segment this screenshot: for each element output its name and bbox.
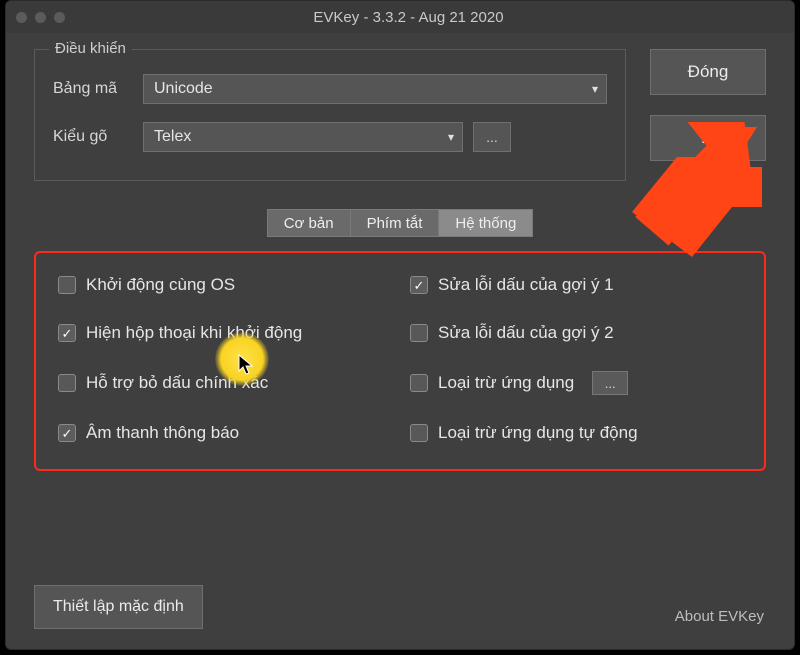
title-bar: EVKey - 3.3.2 - Aug 21 2020 xyxy=(6,1,794,33)
app-window: EVKey - 3.3.2 - Aug 21 2020 Đóng Th Điều… xyxy=(5,0,795,650)
chevron-down-icon: ▾ xyxy=(448,130,454,144)
checkbox-icon xyxy=(58,324,76,342)
option-label: Loại trừ ứng dụng xyxy=(438,373,574,393)
option-exclude-apps[interactable]: Loại trừ ứng dụng ... xyxy=(410,371,742,395)
minimize-button[interactable]: Th xyxy=(650,115,766,161)
option-label: Âm thanh thông báo xyxy=(86,423,239,443)
option-label: Loại trừ ứng dụng tự động xyxy=(438,423,638,443)
content-area: Đóng Th Điều khiển Bảng mã Unicode ▾ Kiể… xyxy=(34,49,766,629)
tab-shortcut[interactable]: Phím tắt xyxy=(350,209,439,237)
option-label: Hiện hộp thoại khi khởi động xyxy=(86,323,302,343)
close-button[interactable]: Đóng xyxy=(650,49,766,95)
about-link[interactable]: About EVKey xyxy=(673,604,766,629)
checkbox-icon xyxy=(410,424,428,442)
typing-more-button[interactable]: ... xyxy=(473,122,511,152)
exclude-apps-more-button[interactable]: ... xyxy=(592,371,628,395)
encoding-select[interactable]: Unicode ▾ xyxy=(143,74,607,104)
checkbox-icon xyxy=(58,424,76,442)
encoding-label: Bảng mã xyxy=(53,80,143,98)
traffic-close-icon[interactable] xyxy=(16,12,27,23)
option-exact-tone-removal[interactable]: Hỗ trợ bỏ dấu chính xác xyxy=(58,371,390,395)
chevron-down-icon: ▾ xyxy=(592,82,598,96)
options-panel: Khởi động cùng OS Sửa lỗi dấu của gợi ý … xyxy=(34,251,766,471)
option-fix-hint-2[interactable]: Sửa lỗi dấu của gợi ý 2 xyxy=(410,323,742,343)
tab-bar: Cơ bản Phím tắt Hệ thống xyxy=(34,209,766,237)
option-fix-hint-1[interactable]: Sửa lỗi dấu của gợi ý 1 xyxy=(410,275,742,295)
option-label: Khởi động cùng OS xyxy=(86,275,235,295)
control-groupbox: Điều khiển Bảng mã Unicode ▾ Kiểu gõ Tel… xyxy=(34,49,626,181)
option-show-dialog-start[interactable]: Hiện hộp thoại khi khởi động xyxy=(58,323,390,343)
checkbox-icon xyxy=(410,374,428,392)
tab-system[interactable]: Hệ thống xyxy=(438,209,533,237)
window-title: EVKey - 3.3.2 - Aug 21 2020 xyxy=(33,9,784,26)
tab-basic[interactable]: Cơ bản xyxy=(267,209,350,237)
option-sound-notify[interactable]: Âm thanh thông báo xyxy=(58,423,390,443)
typing-select[interactable]: Telex ▾ xyxy=(143,122,463,152)
option-auto-exclude-apps[interactable]: Loại trừ ứng dụng tự động xyxy=(410,423,742,443)
option-label: Sửa lỗi dấu của gợi ý 2 xyxy=(438,323,614,343)
checkbox-icon xyxy=(58,276,76,294)
defaults-button[interactable]: Thiết lập mặc định xyxy=(34,585,203,629)
option-label: Sửa lỗi dấu của gợi ý 1 xyxy=(438,275,614,295)
control-legend: Điều khiển xyxy=(49,40,132,57)
typing-value: Telex xyxy=(154,128,191,146)
checkbox-icon xyxy=(410,276,428,294)
option-label: Hỗ trợ bỏ dấu chính xác xyxy=(86,373,268,393)
option-start-with-os[interactable]: Khởi động cùng OS xyxy=(58,275,390,295)
typing-label: Kiểu gõ xyxy=(53,128,143,146)
checkbox-icon xyxy=(410,324,428,342)
encoding-value: Unicode xyxy=(154,80,213,98)
checkbox-icon xyxy=(58,374,76,392)
